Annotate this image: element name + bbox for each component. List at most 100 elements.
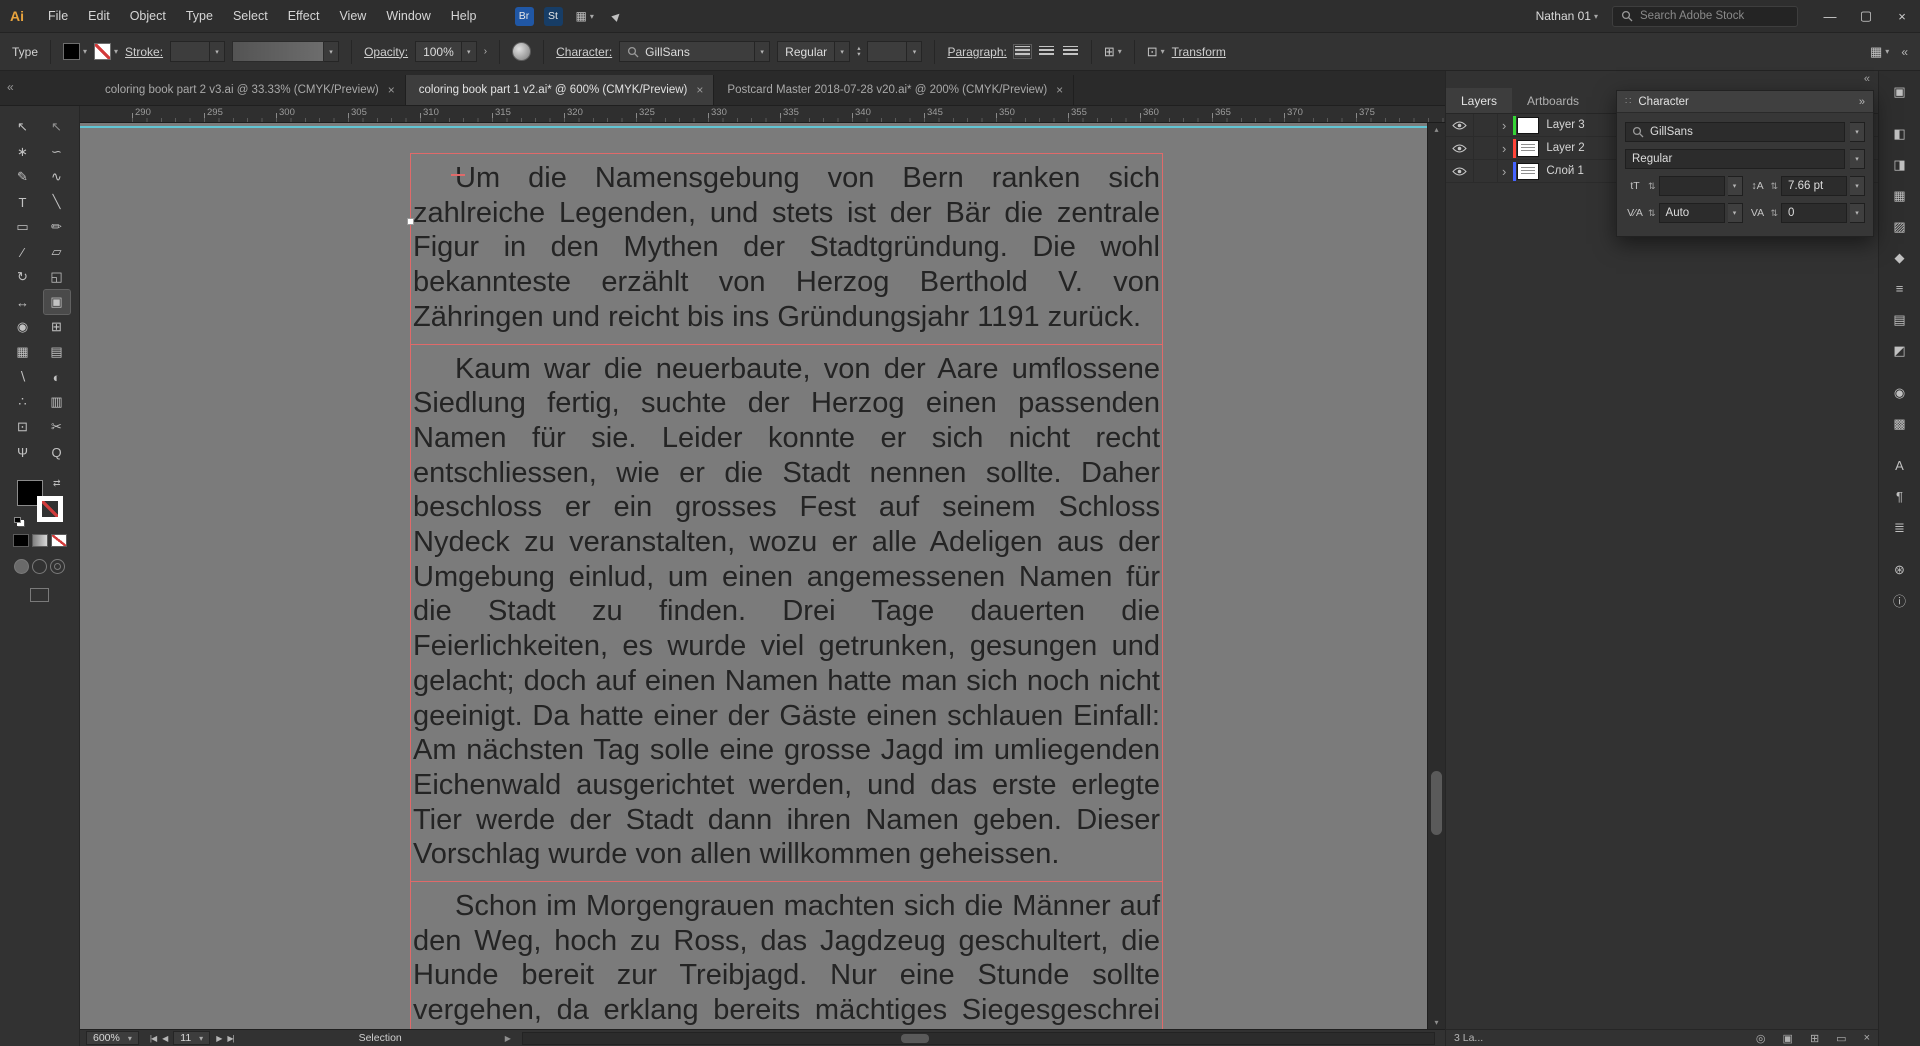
first-artboard-button[interactable]: |◀ <box>150 1034 157 1043</box>
tab-close-icon[interactable]: × <box>388 83 395 97</box>
chevron-down-icon[interactable]: ▾ <box>210 41 226 62</box>
collapse-toolbar-icon[interactable]: « <box>7 80 14 94</box>
opacity-panel-link[interactable]: Opacity: <box>364 45 408 59</box>
selection-tool[interactable]: ↖ <box>10 115 36 139</box>
menu-type[interactable]: Type <box>176 0 223 32</box>
stock-button[interactable]: St <box>543 6 563 26</box>
font-size-field[interactable] <box>867 41 908 62</box>
width-tool[interactable]: ↔ <box>10 290 36 314</box>
horizontal-ruler[interactable]: 290 295 300 305 310 315 320 325 330 335 340 345 350 3… <box>80 106 1445 123</box>
tab-close-icon[interactable]: × <box>1056 83 1063 97</box>
color-button[interactable] <box>12 534 29 547</box>
make-clipping-mask-icon[interactable]: ▣ <box>1783 1032 1793 1045</box>
glyph-options-button[interactable]: ⊞ ▾ <box>1104 44 1122 60</box>
menu-object[interactable]: Object <box>120 0 176 32</box>
text-frame[interactable]: Um die Namensgebung von Bern ranken sich… <box>407 153 1163 1029</box>
none-button[interactable] <box>50 534 67 547</box>
kerning-stepper[interactable]: ⇅ <box>1648 208 1656 219</box>
font-style-field[interactable]: Regular <box>1625 149 1845 169</box>
expand-chevron-icon[interactable]: › <box>1502 118 1506 133</box>
lock-cell[interactable] <box>1474 114 1498 136</box>
document-tab[interactable]: coloring book part 1 v2.ai* @ 600% (CMYK… <box>405 75 715 105</box>
user-account-button[interactable]: Nathan 01 ▾ <box>1536 9 1598 23</box>
character-panel-link[interactable]: Character: <box>556 45 612 59</box>
pencil-tool[interactable]: ∕ <box>10 240 36 264</box>
screen-mode-button[interactable] <box>30 588 49 602</box>
perspective-grid-tool[interactable]: ⊞ <box>44 315 70 339</box>
transform-panel-link[interactable]: Transform <box>1172 45 1226 59</box>
scroll-up-icon[interactable]: ▴ <box>1428 125 1445 134</box>
type-tool[interactable]: T <box>10 190 36 214</box>
artboard-tool[interactable]: ⊡ <box>10 415 36 439</box>
align-right-button[interactable] <box>1062 45 1079 58</box>
eraser-tool[interactable]: ▱ <box>44 240 70 264</box>
slice-tool[interactable]: ✂ <box>44 415 70 439</box>
color-guide-panel-icon[interactable]: ◨ <box>1885 152 1915 177</box>
collapse-control-icon[interactable]: « <box>1901 45 1908 59</box>
text-frame-section[interactable]: Um die Namensgebung von Bern ranken sich… <box>407 154 1162 344</box>
menu-window[interactable]: Window <box>376 0 440 32</box>
restore-button[interactable]: ▢ <box>1848 0 1884 32</box>
layer-thumbnail[interactable] <box>1517 116 1540 134</box>
font-size-stepper[interactable]: ▴ ▾ <box>857 45 860 58</box>
tracking-stepper[interactable]: ⇅ <box>1771 208 1779 219</box>
visibility-eye-icon[interactable] <box>1446 137 1474 159</box>
visibility-eye-icon[interactable] <box>1446 114 1474 136</box>
chevron-down-icon[interactable]: ▾ <box>1850 149 1865 169</box>
curvature-tool[interactable]: ∿ <box>44 165 70 189</box>
gradient-button[interactable] <box>31 534 48 547</box>
graphic-styles-panel-icon[interactable]: ▩ <box>1885 411 1915 436</box>
paintbrush-tool[interactable]: ✏ <box>44 215 70 239</box>
illustrator-logo-icon[interactable]: Ai <box>10 8 24 24</box>
status-menu-icon[interactable]: ▶ <box>505 1034 511 1043</box>
font-family-field[interactable]: GillSans <box>1625 122 1845 142</box>
font-size-field[interactable] <box>1658 176 1725 196</box>
font-size-stepper[interactable]: ⇅ <box>1648 181 1656 192</box>
chevron-down-icon[interactable]: ▾ <box>835 41 851 62</box>
blend-tool[interactable]: ◐ <box>44 365 70 389</box>
lasso-tool[interactable]: ∽ <box>44 140 70 164</box>
stroke-color-button[interactable]: ▾ <box>94 43 118 60</box>
draw-normal-button[interactable] <box>14 559 29 574</box>
chevron-down-icon[interactable]: ▾ <box>324 41 340 62</box>
stroke-panel-link[interactable]: Stroke: <box>125 45 163 59</box>
hand-tool[interactable]: Ψ <box>10 440 36 464</box>
last-artboard-button[interactable]: ▶| <box>227 1034 234 1043</box>
direct-selection-tool[interactable]: ↖ <box>44 115 70 139</box>
vertical-scrollbar[interactable]: ▴ ▾ <box>1427 123 1445 1029</box>
stock-search-input[interactable]: Search Adobe Stock <box>1612 5 1798 27</box>
arrange-documents-button[interactable]: ▦ ▾ <box>573 7 597 26</box>
panel-tab-layers[interactable]: Layers <box>1446 88 1513 113</box>
gradient-tool[interactable]: ▤ <box>44 340 70 364</box>
scale-tool[interactable]: ◱ <box>44 265 70 289</box>
symbols-panel-icon[interactable]: ◆ <box>1885 245 1915 270</box>
chevron-down-icon[interactable]: ▾ <box>907 41 923 62</box>
menu-edit[interactable]: Edit <box>78 0 120 32</box>
chevron-down-icon[interactable]: ▾ <box>461 41 477 62</box>
color-panel-icon[interactable]: ◧ <box>1885 121 1915 146</box>
gradient-panel-icon[interactable]: ▤ <box>1885 307 1915 332</box>
panel-tab-artboards[interactable]: Artboards <box>1512 88 1594 113</box>
transparency-panel-icon[interactable]: ◩ <box>1885 338 1915 363</box>
align-panel-icon[interactable]: ≣ <box>1885 515 1915 540</box>
text-frame-section[interactable]: Kaum war die neuerbaute, von der Aare um… <box>411 343 1162 882</box>
close-button[interactable]: × <box>1884 0 1920 32</box>
chevron-down-icon[interactable]: ▾ <box>1850 176 1865 196</box>
document-canvas[interactable]: Um die Namensgebung von Bern ranken sich… <box>80 123 1427 1029</box>
chevron-down-icon[interactable]: ▾ <box>1727 203 1743 223</box>
bridge-button[interactable]: Br <box>514 6 534 26</box>
chevron-right-icon[interactable]: › <box>484 46 487 57</box>
rotate-tool[interactable]: ↻ <box>10 265 36 289</box>
expand-chevron-icon[interactable]: › <box>1502 141 1506 156</box>
next-artboard-button[interactable]: ▶ <box>216 1034 222 1043</box>
draw-inside-button[interactable] <box>50 559 65 574</box>
chevron-down-icon[interactable]: ▾ <box>1850 203 1865 223</box>
workspace-switcher-button[interactable]: ▦ ▾ <box>1870 44 1889 60</box>
collapse-panel-icon[interactable]: » <box>1859 96 1865 108</box>
chevron-down-icon[interactable]: ▾ <box>1727 176 1743 196</box>
zoom-tool[interactable]: Q <box>44 440 70 464</box>
kerning-field[interactable]: Auto <box>1658 203 1725 223</box>
transform-grid-button[interactable]: ⊡ ▾ <box>1147 44 1165 60</box>
vertical-scrollbar-thumb[interactable] <box>1431 771 1442 835</box>
lock-cell[interactable] <box>1474 137 1498 159</box>
